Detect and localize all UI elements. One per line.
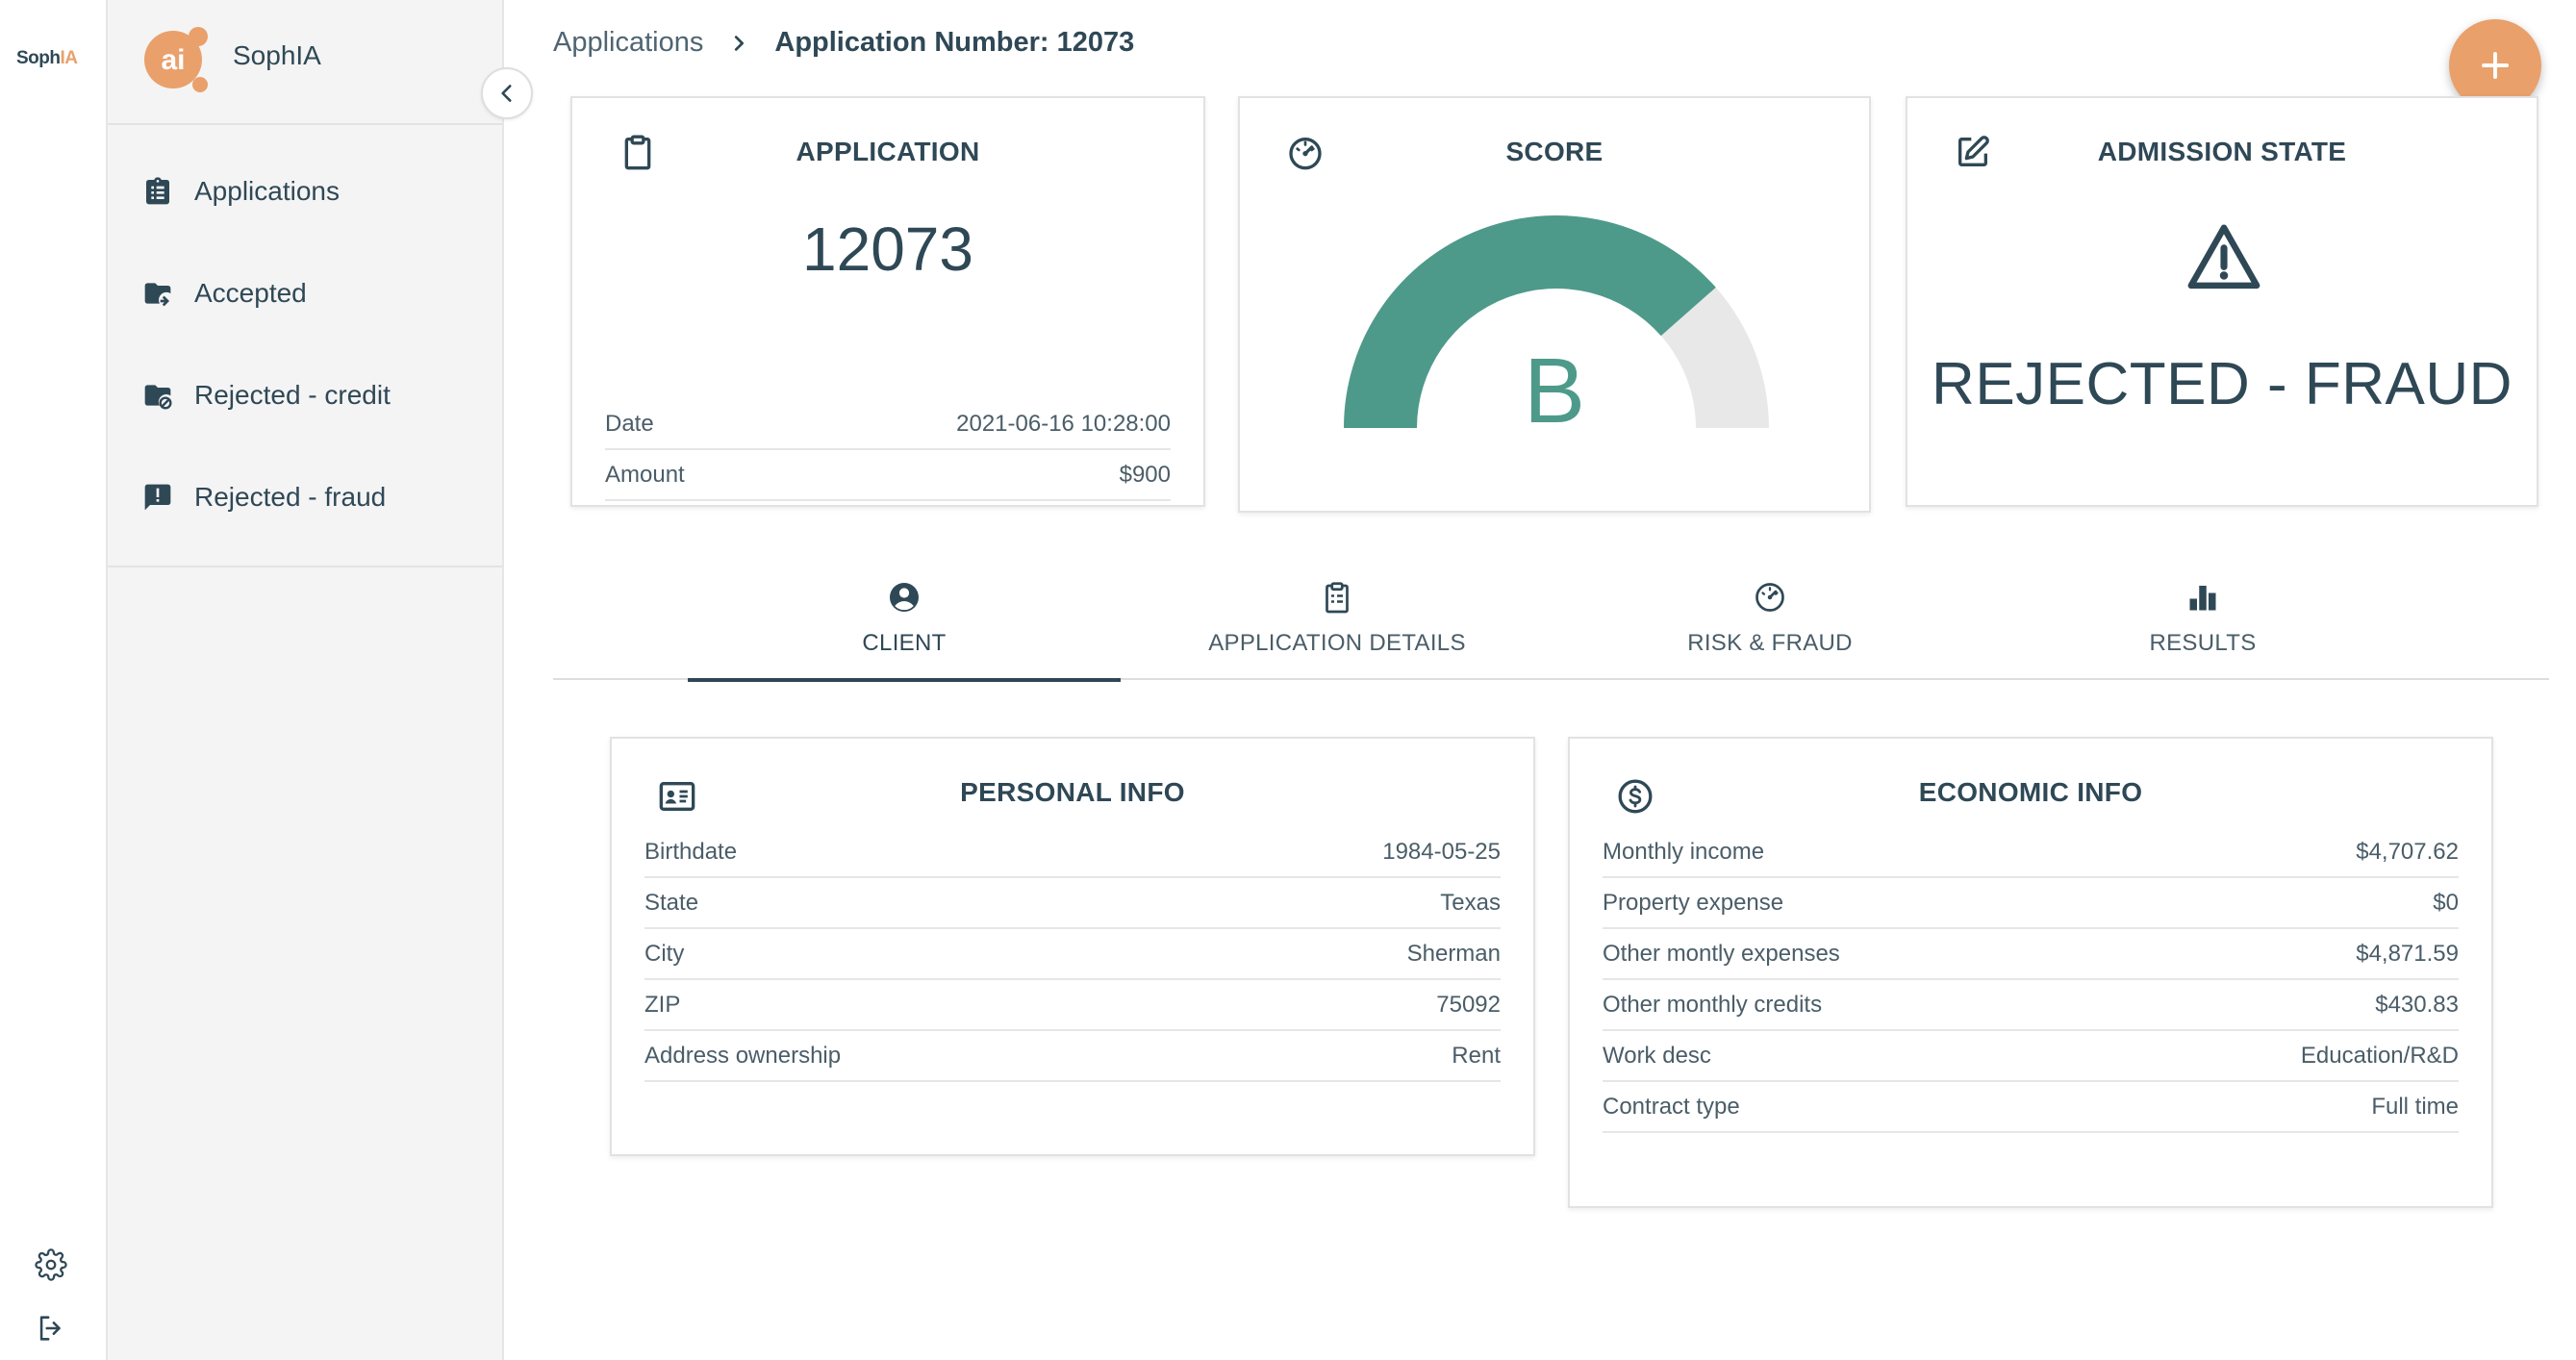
kv-label: Birthdate [644,838,738,865]
svg-text:ai: ai [161,44,185,76]
personal-info-list: Birthdate 1984-05-25 State Texas City Sherman… [644,827,1501,1082]
application-card-title: APPLICATION [796,137,980,166]
chevron-right-icon [728,33,749,54]
kv-value: $900 [1119,461,1171,488]
tab-results[interactable]: RESULTS [1986,572,2419,680]
kv-label: Property expense [1603,889,1784,916]
tab-risk-fraud[interactable]: RISK & FRAUD [1553,572,1986,680]
kv-label: Date [605,410,654,437]
kv-row: Property expense $0 [1603,878,2459,929]
bar-chart-icon [2189,586,2216,611]
admission-state-card: ADMISSION STATE REJECTED - FRAUD [1906,96,2538,507]
kv-row: Address ownership Rent [644,1031,1501,1082]
sidebar-item-label: Accepted [194,278,307,308]
collapse-sidebar-button[interactable] [481,67,533,119]
application-number: 12073 [802,214,973,284]
personal-info-card: PERSONAL INFO Birthdate 1984-05-25 State Te… [610,737,1535,1156]
breadcrumb: Applications Application Number: 12073 [553,27,1134,59]
kv-value: $430.83 [2375,991,2459,1018]
breadcrumb-applications-link[interactable]: Applications [553,27,703,59]
brand-name: SophIA [233,40,321,70]
clipboard-list-icon [146,177,169,205]
tab-label: RISK & FRAUD [1687,630,1853,656]
sophia-logo-icon: ai [144,27,208,92]
kv-value: 2021-06-16 10:28:00 [956,410,1171,437]
folder-block-icon [144,385,172,410]
kv-row-date: Date 2021-06-16 10:28:00 [605,399,1171,450]
kv-label: ZIP [644,991,681,1018]
account-circle-icon [890,583,919,612]
sidebar-item-applications[interactable]: Applications [108,140,502,242]
admission-card-title: ADMISSION STATE [2097,137,2347,166]
kv-label: Monthly income [1603,838,1765,865]
settings-icon[interactable] [35,1248,67,1281]
sidebar-item-label: Applications [194,176,340,206]
tab-application-details[interactable]: APPLICATION DETAILS [1121,572,1553,680]
kv-label: Other montly expenses [1603,940,1840,967]
rail-logo[interactable]: SophIA [16,48,78,69]
kv-label: Work desc [1603,1042,1711,1069]
tab-label: APPLICATION DETAILS [1208,630,1466,656]
kv-label: Address ownership [644,1042,842,1069]
kv-row: Contract type Full time [1603,1082,2459,1133]
sidebar-item-rejected-credit[interactable]: Rejected - credit [108,344,502,446]
chevron-left-icon [501,85,512,102]
kv-row: Work desc Education/R&D [1603,1031,2459,1082]
personal-info-title: PERSONAL INFO [960,777,1185,807]
application-card: APPLICATION 12073 Date 2021-06-16 10:28:… [570,96,1205,507]
tab-label: CLIENT [862,630,947,656]
kv-row: Monthly income $4,707.62 [1603,827,2459,878]
kv-value: $4,871.59 [2356,940,2459,967]
kv-value: 75092 [1436,991,1501,1018]
folder-check-icon [144,283,171,307]
kv-row: City Sherman [644,929,1501,980]
economic-info-card: ECONOMIC INFO Monthly income $4,707.62 Pro… [1568,737,2493,1208]
kv-label: Contract type [1603,1093,1740,1120]
kv-label: Other monthly credits [1603,991,1823,1018]
kv-label: Amount [605,461,685,488]
kv-row: ZIP 75092 [644,980,1501,1031]
clipboard-icon [1326,582,1349,614]
tab-label: RESULTS [2149,630,2257,656]
breadcrumb-current: Application Number: 12073 [774,27,1135,58]
sidebar-item-label: Rejected - credit [194,380,391,410]
plus-icon [2482,52,2509,79]
score-card: SCORE B [1238,96,1871,513]
kv-value: 1984-05-25 [1382,838,1501,865]
kv-value: Rent [1452,1042,1501,1069]
speedometer-icon [1755,583,1784,612]
sidebar: ai SophIA Applications Accepted Rejected… [108,0,504,1360]
kv-row-amount: Amount $900 [605,450,1171,501]
kv-label: State [644,889,699,916]
app-rail: SophIA [0,0,108,1360]
detail-tabs: CLIENT APPLICATION DETAILS RISK & FRAUD … [553,572,2549,682]
admission-state-value: REJECTED - FRAUD [1932,351,2513,417]
kv-value: Education/R&D [2300,1042,2459,1069]
kv-row: Other montly expenses $4,871.59 [1603,929,2459,980]
rail-logo-accent: IA [60,48,79,68]
score-grade: B [1523,340,1586,442]
sidebar-item-accepted[interactable]: Accepted [108,242,502,344]
economic-info-title: ECONOMIC INFO [1918,777,2143,807]
sidebar-item-rejected-fraud[interactable]: Rejected - fraud [108,446,502,548]
economic-info-list: Monthly income $4,707.62 Property expense $… [1603,827,2459,1133]
warning-icon [2187,224,2260,290]
kv-value: Sherman [1406,940,1501,967]
kv-label: City [644,940,685,967]
kv-value: $4,707.62 [2356,838,2459,865]
sidebar-brand: ai SophIA [108,0,502,125]
sidebar-item-label: Rejected - fraud [194,482,387,512]
kv-row: Birthdate 1984-05-25 [644,827,1501,878]
sidebar-nav: Applications Accepted Rejected - credit … [108,125,502,567]
kv-row: Other monthly credits $430.83 [1603,980,2459,1031]
score-gauge [1344,215,1769,428]
kv-value: $0 [2433,889,2459,916]
tab-client[interactable]: CLIENT [688,572,1121,682]
kv-value: Texas [1440,889,1501,916]
kv-value: Full time [2371,1093,2459,1120]
kv-row: State Texas [644,878,1501,929]
logout-icon[interactable] [35,1312,67,1345]
report-icon [144,484,171,511]
rail-logo-text: Soph [16,48,61,68]
